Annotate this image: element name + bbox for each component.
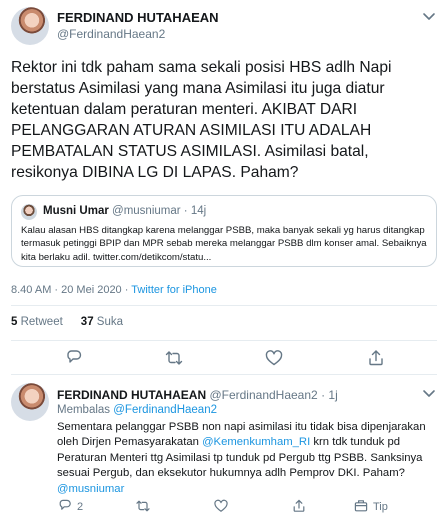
chevron-down-icon[interactable] — [422, 386, 436, 400]
reply-actions: 2 Tip — [57, 498, 437, 518]
reply-author-name[interactable]: FERDINAND HUTAHAEAN — [57, 388, 206, 402]
like-icon[interactable] — [264, 348, 284, 368]
engagement-stats: 5 Retweet 37 Suka — [11, 316, 123, 328]
retweet-icon[interactable] — [164, 348, 184, 368]
replying-to-link[interactable]: @FerdinandHaean2 — [113, 404, 217, 416]
reply-icon[interactable] — [64, 348, 84, 368]
reply-icon[interactable] — [57, 498, 73, 514]
replying-label: Membalas — [57, 404, 114, 416]
reply-text: Sementara pelanggar PSBB non napi asimil… — [57, 420, 437, 497]
like-icon[interactable] — [213, 498, 229, 514]
tweet-timestamp-row: 8.40 AM · 20 Mei 2020 · Twitter for iPho… — [11, 284, 217, 296]
quoted-tweet-header: Musni Umar @musniumar · 14j — [43, 205, 206, 217]
author-name[interactable]: FERDINAND HUTAHAEAN — [57, 10, 219, 25]
reply-author-handle[interactable]: @FerdinandHaean2 — [209, 388, 317, 402]
quoted-time: 14j — [190, 205, 207, 217]
likes-count: 37 — [80, 316, 94, 328]
chevron-down-icon[interactable] — [422, 9, 436, 23]
retweets-label: Retweet — [20, 316, 63, 328]
quoted-author-name: Musni Umar — [43, 205, 109, 217]
replying-to: Membalas @FerdinandHaean2 — [57, 404, 217, 416]
reply-count: 2 — [77, 501, 84, 513]
main-tweet-actions — [0, 344, 448, 372]
likes-label: Suka — [96, 316, 124, 328]
quoted-separator: · — [183, 205, 191, 217]
divider — [11, 305, 437, 306]
author-avatar[interactable] — [11, 7, 49, 45]
tweet-text: Rektor ini tdk paham sama sekali posisi … — [11, 59, 392, 181]
share-icon[interactable] — [366, 348, 386, 368]
divider — [11, 340, 437, 341]
reply-author-avatar[interactable] — [11, 383, 49, 421]
retweets-count: 5 — [11, 316, 18, 328]
likes-stat[interactable]: 37 Suka — [81, 316, 123, 328]
main-tweet: FERDINAND HUTAHAEAN @FerdinandHaean2 Rek… — [0, 0, 448, 300]
tip-icon[interactable] — [353, 498, 369, 514]
author-handle[interactable]: @FerdinandHaean2 — [57, 27, 165, 41]
mention-link[interactable]: @musniumar — [57, 483, 124, 495]
share-icon[interactable] — [291, 498, 307, 514]
reply-time[interactable]: 1j — [328, 388, 337, 402]
retweets-stat[interactable]: 5 Retweet — [11, 316, 63, 328]
mention-link[interactable]: @Kemenkumham_RI — [202, 436, 310, 448]
retweet-icon[interactable] — [135, 498, 151, 514]
reply-header: FERDINAND HUTAHAEAN @FerdinandHaean2 · 1… — [57, 388, 338, 402]
tip-label[interactable]: Tip — [373, 501, 388, 513]
quoted-tweet-card[interactable]: Musni Umar @musniumar · 14j Kalau alasan… — [11, 195, 437, 267]
tweet-timestamp[interactable]: 8.40 AM · 20 Mei 2020 · — [11, 284, 131, 296]
tweet-source-link[interactable]: Twitter for iPhone — [131, 284, 217, 296]
quoted-author-avatar — [21, 204, 37, 220]
quoted-tweet-text: Kalau alasan HBS ditangkap karena melang… — [21, 225, 427, 263]
quoted-author-handle: @musniumar — [112, 205, 181, 217]
reply-tweet[interactable]: FERDINAND HUTAHAEAN @FerdinandHaean2 · 1… — [0, 375, 448, 520]
